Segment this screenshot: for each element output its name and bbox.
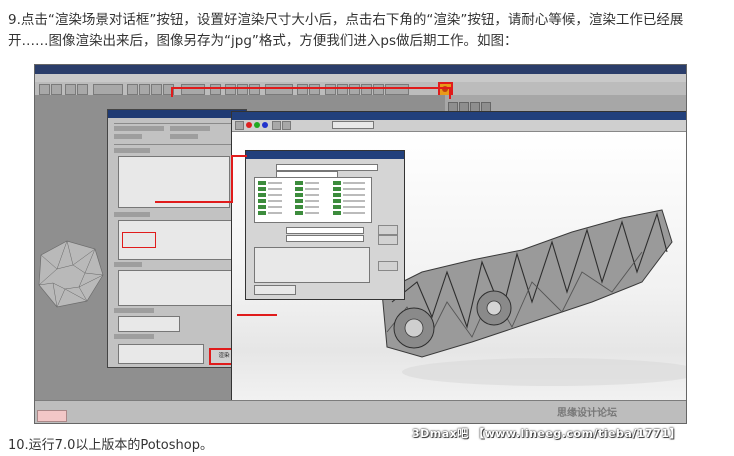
output-size-label <box>114 212 150 217</box>
alpha-icon[interactable] <box>272 121 281 130</box>
frame-toolbar <box>232 120 686 132</box>
tab-common <box>114 134 142 139</box>
blue-channel-icon[interactable] <box>262 122 268 128</box>
3dsmax-screenshot: 渲染 <box>34 64 687 424</box>
pivot-icon <box>210 84 221 95</box>
percent-snap-icon <box>249 84 260 95</box>
render-output-label <box>114 334 154 339</box>
step9-text-line2: 开……图像渲染出来后，图像另存为“jpg”格式，方便我们进入ps做后期工作。如图… <box>8 33 518 49</box>
save-image-dialog <box>245 150 405 300</box>
gamma-group <box>254 247 370 283</box>
mirror-icon <box>297 84 308 95</box>
advanced-lighting-label <box>114 308 154 313</box>
move-icon <box>139 84 150 95</box>
render-type <box>385 84 409 95</box>
select-icon <box>127 84 138 95</box>
step9-text-line1: 9.点击“渲染场景对话框”按钮，设置好渲染尺寸大小后，点击右下角的“渲染”按钮，… <box>8 12 684 28</box>
time-output-label <box>114 148 150 153</box>
unlink-icon <box>77 84 88 95</box>
reference-coord <box>181 84 205 95</box>
save-as-type-select[interactable] <box>286 235 364 242</box>
undo-icon <box>39 84 50 95</box>
render-setup-dialog: 渲染 <box>107 109 247 368</box>
selection-filter <box>93 84 123 95</box>
forum-watermark: 3Dmax吧 【www.lineeg.com/tieba/1771】 <box>412 427 681 440</box>
red-channel-icon[interactable] <box>246 122 252 128</box>
tab-renderer <box>170 134 198 139</box>
statistics-group <box>254 285 296 295</box>
green-channel-icon[interactable] <box>254 122 260 128</box>
cancel-button[interactable] <box>378 235 398 245</box>
save-dialog-titlebar <box>246 151 404 159</box>
menu-bar <box>35 74 686 82</box>
tab-raytracer <box>170 126 210 131</box>
save-in-field[interactable] <box>276 164 378 171</box>
rendered-object-fragment <box>38 240 104 308</box>
named-selection <box>265 84 293 95</box>
divider <box>114 123 238 124</box>
connector-line <box>231 155 233 203</box>
command-panel-tabs <box>448 97 498 131</box>
app-titlebar <box>35 65 686 81</box>
connector-line <box>171 87 173 97</box>
main-toolbar <box>35 82 686 96</box>
width-height-fields[interactable] <box>122 232 156 248</box>
snap-icon <box>225 84 236 95</box>
curve-editor-icon <box>337 84 348 95</box>
render-setup-icon <box>373 84 384 95</box>
divider <box>114 144 238 145</box>
angle-snap-icon <box>237 84 248 95</box>
schematic-icon <box>349 84 360 95</box>
connector-line <box>171 87 451 89</box>
options-group <box>118 270 240 306</box>
save-button[interactable] <box>378 225 398 235</box>
connector-line <box>237 314 277 316</box>
material-editor-icon <box>361 84 372 95</box>
redo-icon <box>51 84 62 95</box>
filename-field[interactable] <box>286 227 364 234</box>
step10-text: 10.运行7.0以上版本的Potoshop。 <box>8 438 213 453</box>
link-icon <box>65 84 76 95</box>
rotate-icon <box>151 84 162 95</box>
connector-line <box>155 201 233 203</box>
align-icon <box>309 84 320 95</box>
connector-line <box>231 155 247 157</box>
mono-icon[interactable] <box>282 121 291 130</box>
view-button[interactable] <box>378 261 398 271</box>
frame-titlebar <box>232 112 686 120</box>
advanced-lighting-group <box>118 316 180 332</box>
render-setup-titlebar <box>108 110 246 118</box>
site-watermark: 思缘设计论坛 <box>557 408 617 419</box>
channel-select[interactable] <box>332 121 374 129</box>
save-image-icon[interactable] <box>235 121 244 130</box>
file-list[interactable] <box>254 177 372 223</box>
layer-icon <box>325 84 336 95</box>
viewport-select-group <box>118 344 204 364</box>
options-label <box>114 262 142 267</box>
tab-render-elements <box>114 126 164 131</box>
maxscript-listener[interactable] <box>37 410 67 422</box>
